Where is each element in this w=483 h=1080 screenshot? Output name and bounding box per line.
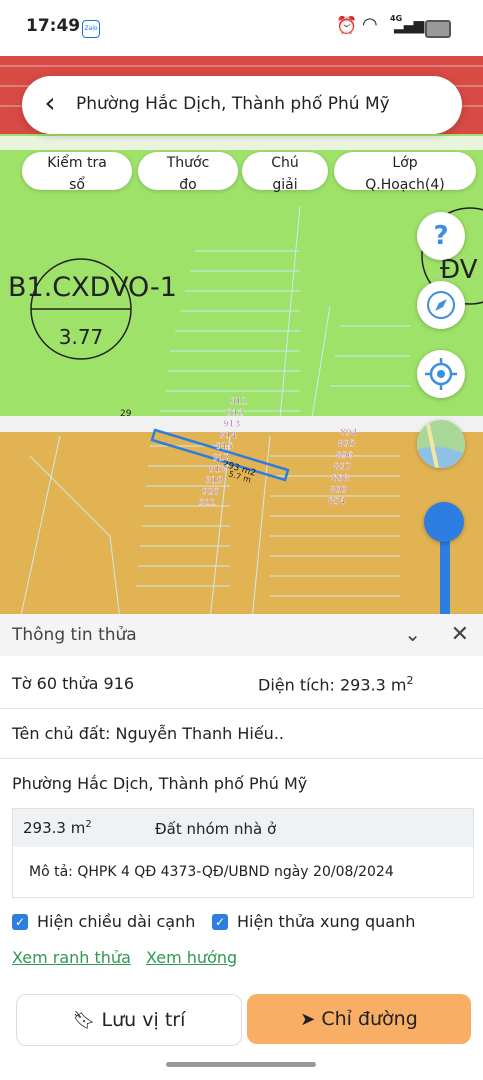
layers-icon (417, 420, 465, 468)
sheet-title: Thông tin thửa (12, 625, 137, 645)
parcel-label-915: 915 (216, 442, 233, 452)
planning-layer-button[interactable]: Lớp Q.Hoạch(4) (334, 152, 476, 193)
compass-button[interactable] (417, 281, 465, 329)
compass-icon (427, 291, 455, 319)
locate-button[interactable] (417, 350, 465, 398)
status-bar: 17:49 Zalo ⏰ ◠ 4G ▂▄▆ (0, 0, 483, 56)
parcel-label-894: 894 (340, 428, 357, 438)
directions-label: Chỉ đường (321, 1008, 418, 1030)
status-time: 17:49 (26, 16, 81, 36)
owner-row: Tên chủ đất: Nguyễn Thanh Hiếu.. (0, 708, 483, 759)
land-type: Đất nhóm nhà ở (155, 820, 277, 838)
sheet-parcel-number: Tờ 60 thửa 916 (12, 674, 135, 693)
chip-label-line1: Lớp (392, 155, 418, 171)
parcel-label-921: 921 (199, 499, 216, 509)
sheet-header: Thông tin thửa ⌄ ✕ (0, 614, 483, 656)
parcel-label-920: 920 (202, 487, 219, 497)
map-view[interactable]: B1.CXDVO-1 3.77 ĐV 29 293 m2 5.7 m 911 91… (0, 56, 483, 620)
help-icon: ? (433, 221, 449, 251)
zoom-slider-handle[interactable] (424, 502, 464, 542)
neighbors-label: Hiện thửa xung quanh (237, 912, 416, 931)
parcel-label-919: 919 (206, 476, 223, 486)
parcel-label-854: 854 (328, 497, 345, 507)
parcel-label-895: 895 (338, 440, 355, 450)
back-arrow-icon[interactable]: ‹ (36, 89, 64, 118)
land-info-summary: 293.3 m2 Đất nhóm nhà ở (13, 809, 473, 847)
location-header: ‹ Phường Hắc Dịch, Thành phố Phú Mỹ (22, 76, 462, 134)
zone-code: B1.CXDVO-1 (8, 272, 177, 303)
chip-label-line2: Q.Hoạch(4) (365, 177, 445, 193)
map-main-road (0, 416, 483, 434)
bookmark-icon: 🔖︎ (72, 1010, 96, 1031)
legend-button[interactable]: Chú giải (242, 152, 328, 193)
alarm-icon: ⏰ (336, 16, 358, 36)
chip-label-line1: Thước (166, 155, 210, 171)
signal-icon: ▂▄▆ (394, 18, 424, 34)
close-icon[interactable]: ✕ (451, 622, 469, 647)
parcel-label-897: 897 (334, 463, 351, 473)
view-direction-link[interactable]: Xem hướng (146, 948, 237, 967)
chip-label-line2: sổ (69, 177, 85, 193)
edge-length-label: Hiện chiều dài cạnh (37, 912, 196, 931)
locate-icon (425, 358, 457, 390)
home-indicator (166, 1062, 316, 1067)
save-location-button[interactable]: 🔖︎ Lưu vị trí (16, 994, 242, 1046)
address-text: Phường Hắc Dịch, Thành phố Phú Mỹ (12, 774, 308, 793)
land-area: 293.3 m2 (23, 819, 92, 837)
send-icon: ➤ (300, 1009, 316, 1030)
chevron-down-icon[interactable]: ⌄ (404, 622, 421, 646)
map-top-road (0, 136, 483, 150)
parcel-label-918: 918 (209, 465, 226, 475)
owner-name: Tên chủ đất: Nguyễn Thanh Hiếu.. (12, 724, 284, 743)
area-text: Diện tích: 293.3 m2 (258, 674, 414, 695)
zone-value: 3.77 (59, 325, 104, 349)
measure-button[interactable]: Thước đo (138, 152, 238, 193)
help-button[interactable]: ? (417, 212, 465, 260)
neighbors-checkbox[interactable]: ✓ (212, 914, 228, 930)
page-title: Phường Hắc Dịch, Thành phố Phú Mỹ (76, 94, 390, 114)
chip-label-line1: Chú (271, 155, 299, 171)
map-orange-zone (0, 432, 483, 620)
parcel-label-896: 896 (336, 451, 353, 461)
parcel-row: Tờ 60 thửa 916 Diện tích: 293.3 m2 (0, 658, 483, 709)
chip-label-line2: giải (272, 177, 298, 193)
map-layers-button[interactable] (417, 420, 465, 468)
parcel-29: 29 (120, 409, 132, 419)
land-info-box: 293.3 m2 Đất nhóm nhà ở Mô tả: QHPK 4 QĐ… (12, 808, 474, 898)
parcel-label-898: 898 (332, 474, 349, 484)
parcel-label-899: 899 (330, 486, 347, 496)
parcel-label-914: 914 (220, 431, 237, 441)
chip-label-line2: đo (179, 177, 197, 193)
view-boundary-link[interactable]: Xem ranh thửa (12, 948, 131, 967)
parcel-label-911: 911 (230, 397, 247, 407)
wifi-icon: ◠ (362, 14, 378, 35)
zalo-icon: Zalo (82, 20, 100, 38)
parcel-info-sheet: Thông tin thửa ⌄ ✕ Tờ 60 thửa 916 Diện t… (0, 614, 483, 1080)
planning-description: Mô tả: QHPK 4 QĐ 4373-QĐ/UBND ngày 20/08… (29, 864, 394, 880)
parcel-label-912: 912 (227, 408, 244, 418)
directions-button[interactable]: ➤ Chỉ đường (247, 994, 471, 1044)
parcel-label-913: 913 (223, 420, 240, 430)
parcel-label-917: 917 (213, 454, 230, 464)
battery-icon (425, 20, 451, 38)
chip-label-line1: Kiểm tra (47, 155, 107, 171)
save-location-label: Lưu vị trí (101, 1009, 186, 1031)
edge-length-checkbox[interactable]: ✓ (12, 914, 28, 930)
check-title-button[interactable]: Kiểm tra sổ (22, 152, 132, 193)
